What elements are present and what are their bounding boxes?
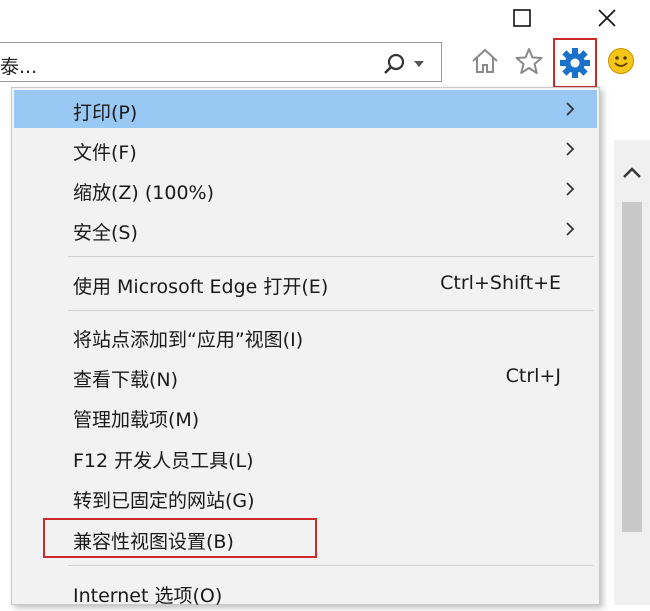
menu-item-label: 管理加载项(M) <box>73 409 200 431</box>
address-text: 泰... <box>0 56 38 78</box>
address-bar[interactable]: 泰... <box>0 42 442 82</box>
scroll-up-button[interactable] <box>614 158 650 188</box>
tools-button[interactable] <box>553 38 597 88</box>
menu-item-label: 使用 Microsoft Edge 打开(E) <box>73 276 329 298</box>
menu-item-pinned-sites[interactable]: 转到已固定的网站(G) <box>14 478 597 516</box>
home-icon <box>472 48 498 73</box>
smiley-icon <box>608 48 634 74</box>
vertical-scrollbar[interactable] <box>614 140 650 605</box>
chevron-down-icon[interactable] <box>414 60 424 68</box>
menu-item-add-site-to-apps[interactable]: 将站点添加到“应用”视图(I) <box>14 317 597 355</box>
favorites-button[interactable] <box>512 44 546 78</box>
menu-item-zoom[interactable]: 缩放(Z) (100%) <box>14 170 597 208</box>
menu-item-print[interactable]: 打印(P) <box>14 90 597 128</box>
close-icon <box>598 9 616 27</box>
menu-item-view-downloads[interactable]: 查看下载(N) Ctrl+J <box>14 357 597 395</box>
menu-item-internet-options[interactable]: Internet 选项(O) <box>14 573 597 611</box>
menu-item-label: 缩放(Z) (100%) <box>73 182 215 204</box>
highlight-outline <box>43 518 317 558</box>
search-icon[interactable] <box>383 53 405 75</box>
chevron-right-icon <box>566 102 575 116</box>
menu-item-label: 安全(S) <box>73 222 138 244</box>
home-button[interactable] <box>468 44 502 78</box>
feedback-button[interactable] <box>604 44 638 78</box>
favorites-star-icon <box>515 48 543 74</box>
menu-item-label: 文件(F) <box>73 142 137 164</box>
menu-item-safety[interactable]: 安全(S) <box>14 210 597 248</box>
chevron-right-icon <box>566 142 575 156</box>
menu-item-file[interactable]: 文件(F) <box>14 130 597 168</box>
menu-separator <box>68 565 594 566</box>
menu-item-f12-devtools[interactable]: F12 开发人员工具(L) <box>14 438 597 476</box>
menu-separator <box>68 310 594 311</box>
menu-item-label: F12 开发人员工具(L) <box>73 450 254 472</box>
gear-icon <box>560 48 590 78</box>
menu-item-open-in-edge[interactable]: 使用 Microsoft Edge 打开(E) Ctrl+Shift+E <box>14 264 597 302</box>
scroll-thumb[interactable] <box>622 202 642 532</box>
menu-item-shortcut: Ctrl+J <box>505 365 561 387</box>
menu-item-manage-addons[interactable]: 管理加载项(M) <box>14 397 597 435</box>
menu-item-label: 查看下载(N) <box>73 369 179 391</box>
menu-item-shortcut: Ctrl+Shift+E <box>440 272 561 294</box>
menu-item-label: 打印(P) <box>73 102 138 124</box>
chevron-right-icon <box>566 182 575 196</box>
menu-separator <box>68 256 594 257</box>
menu-item-label: 将站点添加到“应用”视图(I) <box>73 329 304 351</box>
close-button[interactable] <box>585 0 629 36</box>
maximize-button[interactable] <box>500 0 544 36</box>
chevron-right-icon <box>566 222 575 236</box>
maximize-icon <box>513 9 531 27</box>
menu-item-label: 转到已固定的网站(G) <box>73 490 255 512</box>
menu-item-label: Internet 选项(O) <box>73 585 223 607</box>
chevron-up-icon <box>623 167 641 178</box>
